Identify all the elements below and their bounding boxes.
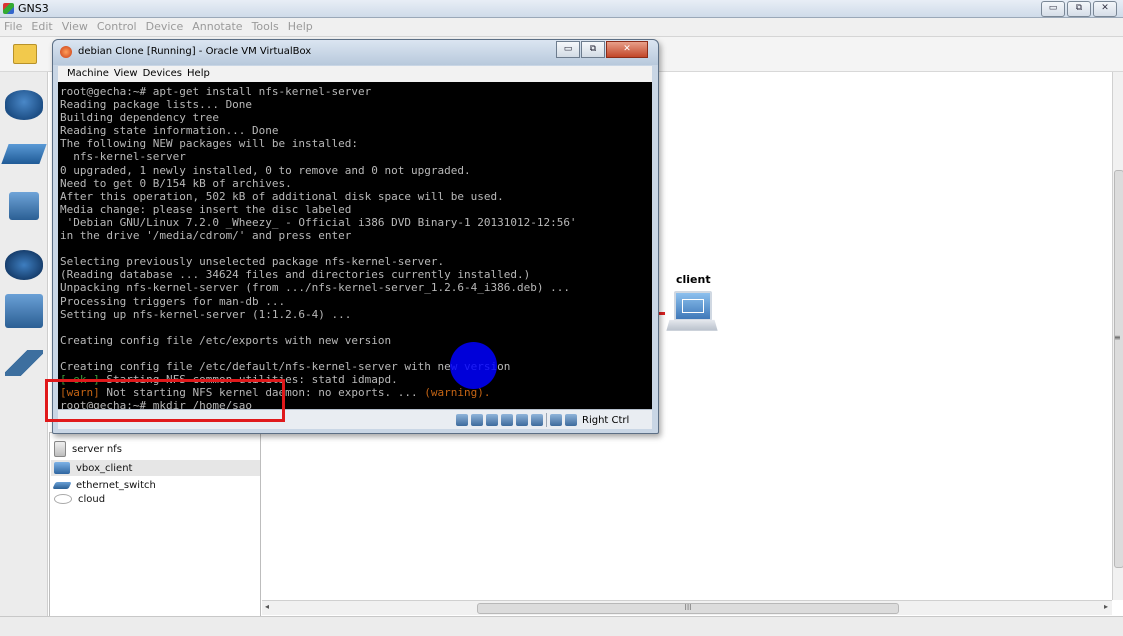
device-palette [0,72,48,627]
usb-status-icon[interactable] [486,414,498,426]
list-item[interactable]: cloud [54,491,105,507]
all-devices-icon[interactable] [5,294,43,328]
vertical-scroll-grip: ≡ [1114,333,1121,342]
gns3-statusbar [0,616,1123,636]
gns3-minimize-button[interactable]: ▭ [1041,1,1065,17]
router-icon[interactable] [5,90,43,120]
add-link-cable-icon[interactable] [5,350,43,376]
vbox-maximize-button[interactable]: ⧉ [581,41,605,58]
gns3-titlebar: GNS3 ▭ ⧉ ✕ [0,0,1123,18]
host-key-label: Right Ctrl [582,414,630,426]
client-pc-icon [674,291,712,321]
cloud-icon [54,494,72,504]
vbox-minimize-button[interactable]: ▭ [556,41,580,58]
server-icon [54,441,66,457]
menu-help[interactable]: Help [284,18,318,33]
client-node-label: client [676,273,711,286]
host-key-arrow-icon [565,414,577,426]
gns3-close-button[interactable]: ✕ [1093,1,1117,17]
topology-node-list: server nfs vbox_client ethernet_switch c… [49,432,261,617]
display-status-icon[interactable] [531,414,543,426]
gns3-menubar: File Edit View Control Device Annotate Tools He… [0,18,1123,37]
vbox-menu-view[interactable]: View [114,67,143,79]
gns3-app-icon [3,3,14,14]
scroll-right-arrow-icon[interactable]: ▸ [1104,602,1108,611]
switch-icon[interactable] [1,144,47,164]
optical-drive-status-icon[interactable] [471,414,483,426]
end-device-pc-icon[interactable] [9,192,39,220]
canvas-horizontal-scrollbar[interactable]: ◂ III ▸ [262,600,1112,615]
menu-annotate[interactable]: Annotate [188,18,247,33]
horizontal-scroll-thumb[interactable]: III [477,603,899,614]
vertical-scroll-thumb[interactable] [1114,170,1123,568]
switch-icon [52,481,72,489]
vbox-window-title: debian Clone [Running] - Oracle VM Virtu… [78,46,312,57]
menu-control[interactable]: Control [93,18,142,33]
network-status-icon[interactable] [501,414,513,426]
menu-device[interactable]: Device [142,18,189,33]
terminal-warning-suffix: (warning). [424,386,491,400]
mouse-integration-icon[interactable] [550,414,562,426]
vbox-menu-devices[interactable]: Devices [143,67,187,79]
menu-edit[interactable]: Edit [27,18,57,33]
open-project-folder-icon[interactable] [13,44,37,64]
menu-view[interactable]: View [58,18,93,33]
client-node[interactable] [666,289,718,339]
vbox-menu-machine[interactable]: Machine [58,67,114,79]
virtualbox-vm-window[interactable]: debian Clone [Running] - Oracle VM Virtu… [52,39,659,434]
list-item[interactable]: vbox_client [51,460,260,476]
annotation-highlight-box [45,379,285,422]
scroll-left-arrow-icon[interactable]: ◂ [265,602,269,611]
list-item[interactable]: server nfs [54,441,122,457]
menu-file[interactable]: File [0,18,27,33]
pc-icon [54,462,70,474]
vbox-close-button[interactable]: ✕ [606,41,648,58]
vbox-titlebar[interactable]: debian Clone [Running] - Oracle VM Virtu… [53,40,658,65]
menu-tools[interactable]: Tools [248,18,284,33]
vbox-menubar: Machine View Devices Help [58,66,652,82]
gns3-window-title: GNS3 [18,2,49,15]
mouse-cursor-highlight [450,342,497,389]
security-device-icon[interactable] [5,250,43,280]
gns3-maximize-button[interactable]: ⧉ [1067,1,1091,17]
terminal-output: root@gecha:~# apt-get install nfs-kernel… [60,85,577,409]
hdd-status-icon[interactable] [456,414,468,426]
vm-terminal[interactable]: root@gecha:~# apt-get install nfs-kernel… [58,82,652,409]
virtualbox-app-icon [60,46,72,58]
shared-folders-status-icon[interactable] [516,414,528,426]
vbox-menu-help[interactable]: Help [187,67,215,79]
